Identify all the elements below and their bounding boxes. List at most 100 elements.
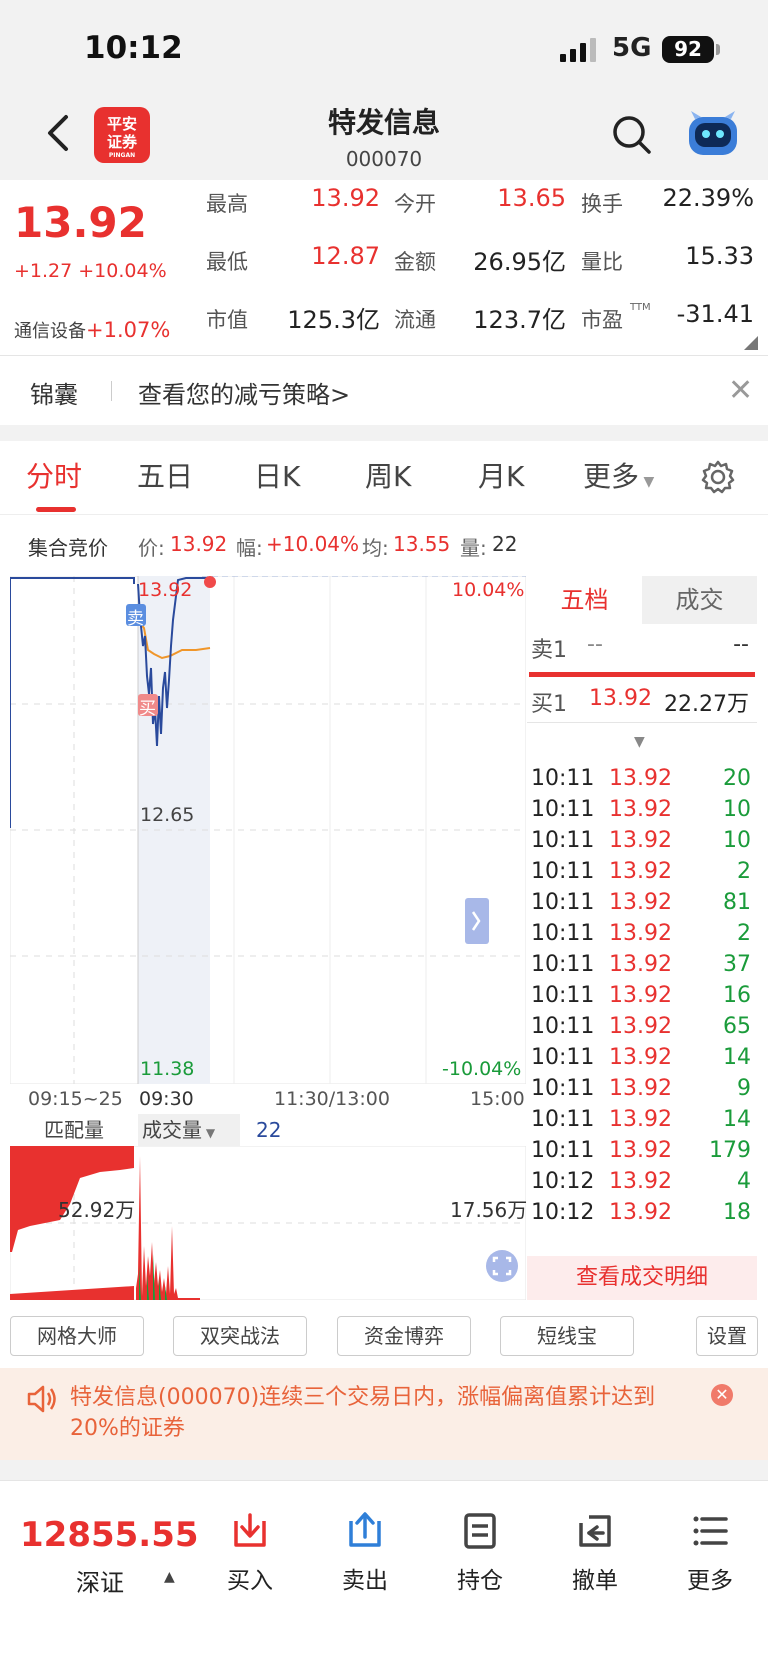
tab-daily-k[interactable]: 日K (254, 455, 300, 495)
price-change: +1.27 +10.04% (14, 260, 167, 282)
tick-volume: 179 (709, 1138, 751, 1163)
buy1-volume: 22.27万 (664, 692, 749, 717)
trade-tick-row: 10:11 13.92 81 (527, 890, 757, 922)
tick-volume: 81 (723, 890, 751, 915)
volume-chart: 52.92万 17.56万 (9, 1145, 527, 1301)
tick-price: 13.92 (609, 1076, 672, 1101)
gear-icon[interactable] (700, 459, 736, 495)
tick-price: 13.92 (609, 921, 672, 946)
trade-tick-row: 10:12 13.92 18 (527, 1200, 757, 1232)
grid-master-button[interactable]: 网格大师 (10, 1316, 144, 1356)
cancel-order-label: 撤单 (572, 1568, 618, 1594)
current-range-shade (138, 576, 210, 1084)
auction-info-line: 集合竞价 价: 13.92 幅: +10.04% 均: 13.55 量: 22 (0, 530, 768, 566)
chevron-down-icon: ▼ (202, 1126, 216, 1140)
battery-tip (716, 44, 720, 55)
volume-dropdown[interactable]: 成交量 ▼ (138, 1114, 240, 1146)
tick-time: 10:11 (531, 1045, 595, 1070)
index-name[interactable]: 深证 (76, 1563, 124, 1598)
trade-tick-row: 10:11 13.92 2 (527, 859, 757, 891)
time-label-midday: 11:30/13:00 (274, 1088, 390, 1110)
ai-assistant-icon[interactable] (685, 109, 741, 159)
sector-name: 通信设备 (14, 321, 86, 342)
tab-trades[interactable]: 成交 (642, 576, 757, 624)
index-value[interactable]: 12855.55 (20, 1515, 199, 1555)
trade-tick-row: 10:11 13.92 9 (527, 1076, 757, 1108)
double-breakout-button[interactable]: 双突战法 (173, 1316, 307, 1356)
caret-up-icon: ▲ (164, 1569, 175, 1585)
trade-tick-row: 10:11 13.92 37 (527, 952, 757, 984)
tab-weekly-k[interactable]: 周K (365, 455, 411, 495)
open-value: 13.65 (497, 184, 566, 212)
tick-time: 10:11 (531, 797, 595, 822)
banner-text[interactable]: 查看您的减亏策略> (138, 375, 350, 410)
positions-button[interactable]: 持仓 (440, 1511, 520, 1595)
section-gap (0, 425, 768, 441)
close-icon[interactable]: ✕ (728, 373, 753, 408)
time-label-close: 15:00 (470, 1088, 525, 1110)
settings-button[interactable]: 设置 (696, 1316, 758, 1356)
trade-tick-row: 10:11 13.92 20 (527, 766, 757, 798)
tick-time: 10:12 (531, 1169, 595, 1194)
tab-monthly-k[interactable]: 月K (478, 455, 524, 495)
y-axis-mid: 12.65 (140, 804, 195, 826)
tick-price: 13.92 (609, 983, 672, 1008)
buy-marker: 买 (139, 699, 156, 719)
divider (0, 355, 768, 356)
sell-marker: 卖 (127, 609, 144, 629)
more-button[interactable]: 更多 (670, 1511, 750, 1595)
tick-time: 10:11 (531, 890, 595, 915)
tip-banner[interactable]: 锦囊 查看您的减亏策略> ✕ (0, 357, 768, 425)
sector-info[interactable]: 通信设备+1.07% (14, 317, 170, 343)
tick-volume: 2 (737, 859, 751, 884)
tab-more[interactable]: 更多 ▼ (583, 455, 654, 495)
trade-tick-row: 10:11 13.92 10 (527, 797, 757, 829)
banner-separator (111, 381, 112, 401)
price-value: 13.92 (170, 532, 228, 556)
tab-intraday[interactable]: 分时 (26, 455, 82, 495)
expand-corner-icon[interactable] (744, 336, 758, 350)
pct-axis-bottom: -10.04% (442, 1058, 522, 1080)
tick-volume: 18 (723, 1200, 751, 1225)
tick-volume: 9 (737, 1076, 751, 1101)
tick-price: 13.92 (609, 766, 672, 791)
tick-volume: 10 (723, 828, 751, 853)
buy-button[interactable]: 买入 (210, 1511, 290, 1595)
chart-tabs: 分时 五日 日K 周K 月K 更多 ▼ (0, 441, 768, 515)
trade-tick-row: 10:12 13.92 4 (527, 1169, 757, 1201)
bid-ask-separator (529, 672, 755, 677)
speaker-icon (27, 1385, 56, 1413)
expand-caret-icon[interactable]: ▼ (634, 734, 645, 750)
tick-volume: 2 (737, 921, 751, 946)
sell1-volume: -- (733, 632, 749, 657)
capital-game-button[interactable]: 资金博弈 (337, 1316, 471, 1356)
tick-price: 13.92 (609, 1014, 672, 1039)
trade-tick-row: 10:11 13.92 179 (527, 1138, 757, 1170)
vol-ratio-label: 量比 (581, 250, 623, 274)
float-label: 流通 (394, 308, 436, 332)
search-icon[interactable] (612, 115, 652, 155)
vol-label: 量: (460, 536, 487, 560)
tab-five-day[interactable]: 五日 (137, 455, 193, 495)
cancel-order-button[interactable]: 撤单 (555, 1511, 635, 1595)
last-price: 13.92 (14, 198, 147, 247)
mcap-value: 125.3亿 (287, 306, 380, 334)
status-bar: 10:12 5G 92 (0, 0, 768, 95)
sell-button[interactable]: 卖出 (325, 1511, 405, 1595)
tab-five-levels[interactable]: 五档 (527, 576, 642, 624)
sell1-label: 卖1 (531, 638, 567, 663)
tick-price: 13.92 (609, 797, 672, 822)
tick-time: 10:11 (531, 1138, 595, 1163)
intraday-chart[interactable]: 13.92 12.65 11.38 10.04% -10.04% 卖 买 (10, 576, 526, 1084)
order-book-panel: 五档 成交 卖1 -- -- 买1 13.92 22.27万 ▼ 10:11 13… (527, 576, 757, 1300)
close-icon[interactable]: ✕ (711, 1384, 733, 1406)
tick-volume: 37 (723, 952, 751, 977)
divider (527, 722, 757, 723)
short-line-button[interactable]: 短线宝 (500, 1316, 634, 1356)
cancel-order-icon (579, 1515, 611, 1547)
tick-price: 13.92 (609, 1138, 672, 1163)
view-trade-details-button[interactable]: 查看成交明细 (527, 1256, 757, 1300)
tick-time: 10:11 (531, 1014, 595, 1039)
tick-volume: 4 (737, 1169, 751, 1194)
battery-icon: 92 (662, 36, 714, 63)
